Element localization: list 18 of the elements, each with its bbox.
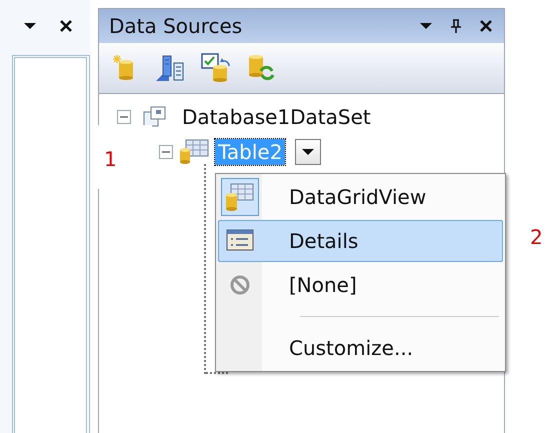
panel-title: Data Sources — [109, 14, 242, 38]
table-icon — [179, 139, 209, 165]
configure-dataset-icon[interactable] — [201, 53, 231, 83]
close-icon[interactable] — [478, 18, 494, 34]
pin-icon[interactable] — [448, 18, 464, 34]
menu-item[interactable]: DataGridView — [218, 176, 503, 218]
dropdown-button[interactable] — [295, 139, 322, 165]
dataset-icon — [143, 106, 167, 128]
close-icon[interactable] — [58, 18, 74, 34]
menu-item[interactable]: Customize... — [218, 327, 503, 369]
grid-icon — [224, 181, 256, 213]
menu-item[interactable]: [None] — [218, 264, 503, 306]
refresh-database-icon[interactable] — [247, 53, 275, 83]
dataset-designer-icon[interactable] — [155, 54, 185, 82]
collapse-icon[interactable] — [117, 110, 131, 124]
collapse-icon[interactable] — [159, 145, 173, 159]
tree-item[interactable]: Database1DataSet — [179, 104, 374, 130]
menu-item[interactable]: Details — [218, 220, 503, 262]
